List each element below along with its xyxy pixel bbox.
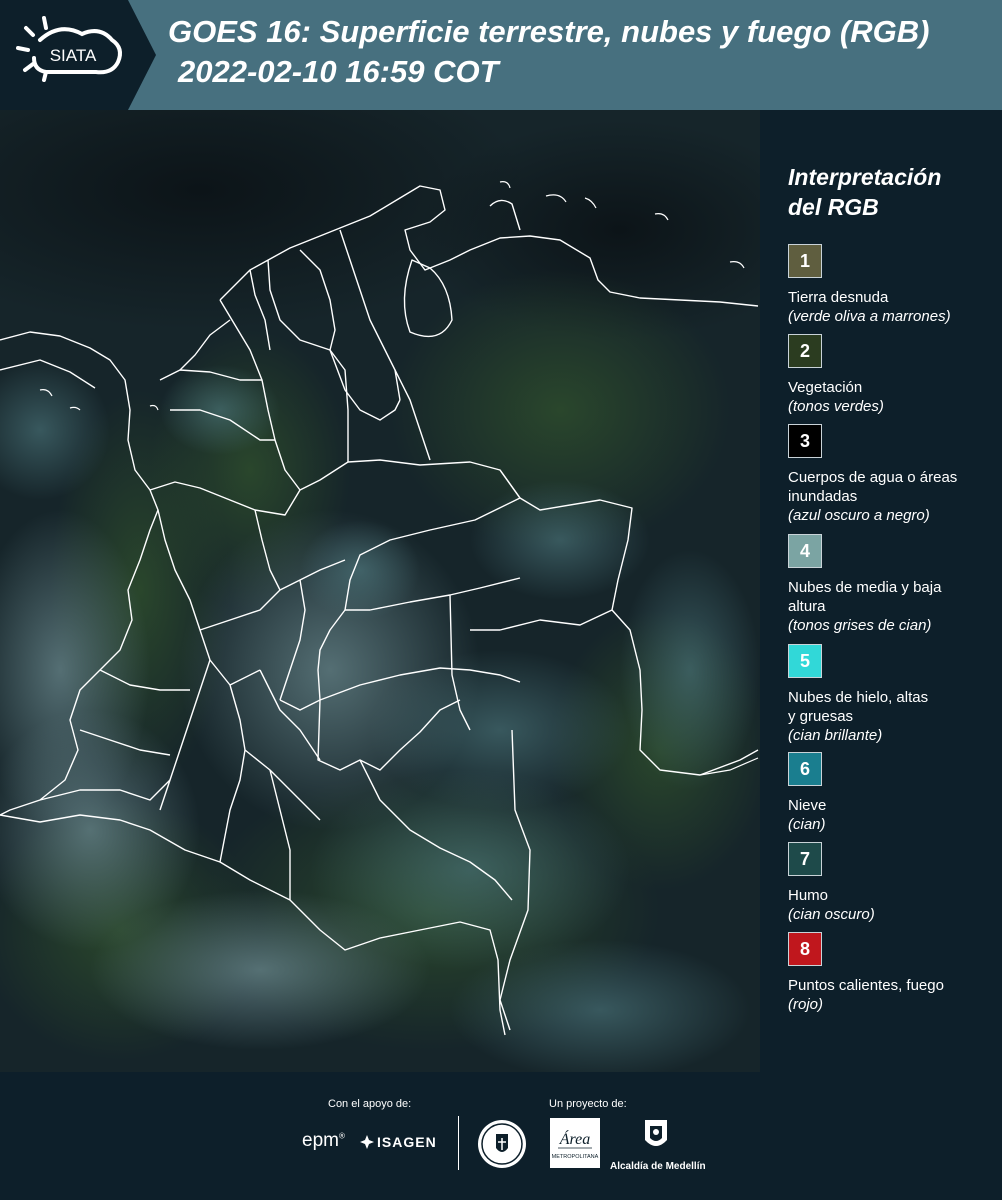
isagen-logo: ISAGEN (360, 1134, 437, 1150)
support-label: Con el apoyo de: (328, 1098, 412, 1110)
svg-text:SIATA: SIATA (50, 46, 97, 65)
legend-label: Vegetación (788, 379, 863, 396)
area-metropolitana-logo: Área METROPOLITANA (550, 1118, 600, 1168)
legend-label: Cuerpos de agua o áreas inundadas (788, 469, 958, 505)
legend-description: (tonos grises de cian) (788, 617, 932, 634)
timestamp: 2022-02-10 16:59 COT (178, 54, 499, 89)
header-banner: SIATA GOES 16: Superficie terrestre, nub… (0, 0, 1002, 110)
legend-label: Nubes de hielo, altas y gruesas (788, 689, 929, 725)
legend-swatch: 8 (788, 932, 822, 966)
medellin-shield-icon (645, 1120, 667, 1146)
legend-description: (cian brillante) (788, 727, 883, 744)
legend-swatch: 4 (788, 534, 822, 568)
legend-item-water: 3 Cuerpos de agua o áreas inundadas (azu… (788, 424, 968, 525)
legend-item-vegetation: 2 Vegetación (tonos verdes) (788, 334, 998, 416)
svg-text:METROPOLITANA: METROPOLITANA (552, 1154, 599, 1160)
siata-logo: SIATA (0, 0, 160, 110)
legend-item-smoke: 7 Humo (cian oscuro) (788, 842, 998, 924)
footer: Con el apoyo de: Un proyecto de: epm® IS… (0, 1072, 1002, 1200)
alcaldia-medellin-logo: Alcaldía de Medellín (610, 1118, 706, 1172)
legend-title: Interpretación del RGB (788, 164, 942, 220)
legend-description: (tonos verdes) (788, 398, 884, 415)
legend-swatch: 3 (788, 424, 822, 458)
epm-logo: epm® (302, 1130, 345, 1151)
page-title: GOES 16: Superficie terrestre, nubes y f… (168, 14, 930, 49)
legend-swatch: 2 (788, 334, 822, 368)
legend-swatch: 6 (788, 752, 822, 786)
isagen-icon (360, 1135, 374, 1149)
legend-description: (cian) (788, 816, 826, 833)
legend-label: Nieve (788, 797, 827, 814)
legend-swatch: 1 (788, 244, 822, 278)
legend-item-ice-clouds: 5 Nubes de hielo, altas y gruesas (cian … (788, 644, 938, 745)
legend-swatch: 5 (788, 644, 822, 678)
university-seal-icon (476, 1118, 528, 1175)
legend-label: Nubes de media y baja altura (788, 579, 942, 615)
legend-description: (cian oscuro) (788, 906, 875, 923)
legend-description: (verde oliva a marrones) (788, 308, 951, 325)
legend-label: Puntos calientes, fuego (788, 977, 944, 994)
svg-text:Área: Área (559, 1129, 591, 1148)
rgb-legend: Interpretación del RGB 1 Tierra desnuda … (760, 110, 1002, 1072)
legend-item-bare-land: 1 Tierra desnuda (verde oliva a marrones… (788, 244, 998, 326)
legend-item-snow: 6 Nieve (cian) (788, 752, 998, 834)
legend-swatch: 7 (788, 842, 822, 876)
legend-description: (rojo) (788, 996, 824, 1013)
legend-item-mid-low-clouds: 4 Nubes de media y baja altura (tonos gr… (788, 534, 948, 635)
legend-description: (azul oscuro a negro) (788, 507, 930, 524)
project-label: Un proyecto de: (549, 1098, 627, 1110)
legend-label: Humo (788, 887, 829, 904)
footer-divider (458, 1116, 459, 1170)
satellite-map (0, 110, 760, 1072)
legend-item-hotspots: 8 Puntos calientes, fuego (rojo) (788, 932, 998, 1014)
legend-label: Tierra desnuda (788, 289, 889, 306)
